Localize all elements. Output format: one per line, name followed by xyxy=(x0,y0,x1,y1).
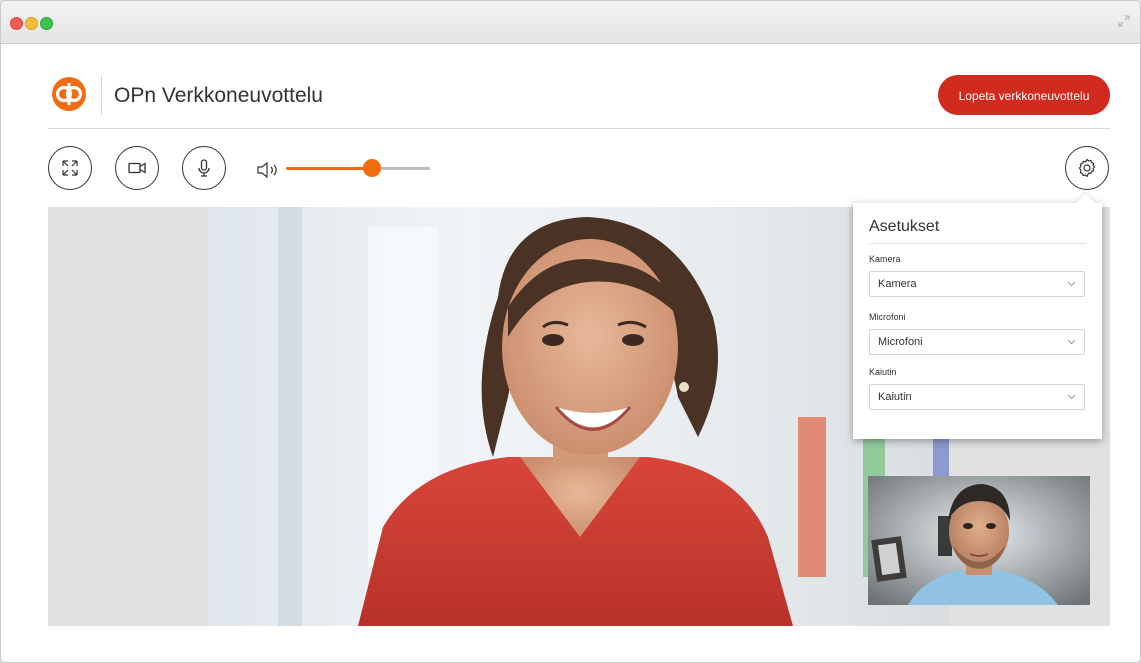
camera-select[interactable]: Kamera xyxy=(869,271,1085,297)
header-divider xyxy=(48,128,1110,129)
microphone-icon xyxy=(198,159,210,177)
fullscreen-toggle-icon[interactable] xyxy=(1118,15,1130,27)
settings-button[interactable] xyxy=(1065,146,1109,190)
close-window-button[interactable] xyxy=(10,17,23,30)
page-title: OPn Verkkoneuvottelu xyxy=(114,84,323,107)
speaker-select-value: Kaiutin xyxy=(878,391,912,403)
camera-label: Kamera xyxy=(869,254,901,264)
settings-divider xyxy=(869,243,1086,244)
volume-slider[interactable] xyxy=(286,159,430,177)
minimize-window-button[interactable] xyxy=(25,17,38,30)
camera-icon xyxy=(128,162,146,174)
local-participant-image xyxy=(868,476,1090,605)
fullscreen-button[interactable] xyxy=(48,146,92,190)
camera-select-value: Kamera xyxy=(878,278,917,290)
remote-participant-image xyxy=(208,207,949,626)
app-header: OPn Verkkoneuvottelu Lopeta verkkoneuvot… xyxy=(49,73,1111,129)
speaker-select[interactable]: Kaiutin xyxy=(869,384,1085,410)
settings-popover: Asetukset Kamera Kamera Microfoni Microf… xyxy=(853,193,1102,439)
end-meeting-button[interactable]: Lopeta verkkoneuvottelu xyxy=(938,75,1110,115)
microphone-select[interactable]: Microfoni xyxy=(869,329,1085,355)
expand-icon xyxy=(62,160,78,176)
settings-title: Asetukset xyxy=(869,218,940,235)
logo-divider xyxy=(101,75,102,115)
self-video-preview xyxy=(868,476,1090,605)
camera-toggle-button[interactable] xyxy=(115,146,159,190)
chevron-down-icon xyxy=(1067,281,1076,287)
gear-icon xyxy=(1078,158,1096,178)
microphone-toggle-button[interactable] xyxy=(182,146,226,190)
speaker-label: Kaiutin xyxy=(869,367,897,377)
microphone-select-value: Microfoni xyxy=(878,336,923,348)
op-logo-icon xyxy=(52,77,86,111)
chevron-down-icon xyxy=(1067,394,1076,400)
maximize-window-button[interactable] xyxy=(40,17,53,30)
microphone-label: Microfoni xyxy=(869,312,906,322)
speaker-icon[interactable] xyxy=(256,160,280,180)
remote-video xyxy=(208,207,949,626)
chevron-down-icon xyxy=(1067,339,1076,345)
title-bar xyxy=(1,1,1140,44)
volume-slider-fill xyxy=(286,167,373,170)
